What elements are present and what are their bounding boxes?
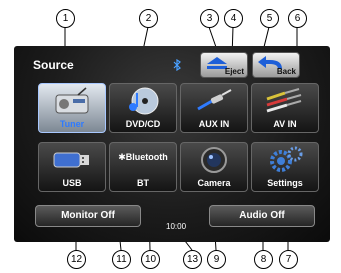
monitor-off-button[interactable]: Monitor Off xyxy=(35,205,141,227)
eject-button[interactable]: Eject xyxy=(200,52,248,78)
tile-label: DVD/CD xyxy=(125,119,161,129)
callout-2: 2 xyxy=(139,9,158,28)
callout-1: 1 xyxy=(56,9,75,28)
tile-tuner[interactable]: Tuner xyxy=(38,83,106,133)
callout-6: 6 xyxy=(288,9,307,28)
callout-7: 7 xyxy=(279,250,298,269)
page-title: Source xyxy=(33,58,74,72)
tile-label: Tuner xyxy=(59,119,85,129)
back-button[interactable]: Back xyxy=(252,52,300,78)
tile-av-in[interactable]: AV IN xyxy=(251,83,319,133)
tile-camera[interactable]: Camera xyxy=(180,142,248,192)
tile-settings[interactable]: Settings xyxy=(251,142,319,192)
aux-plug-icon xyxy=(197,89,232,111)
callout-10: 10 xyxy=(141,250,160,269)
callout-13: 13 xyxy=(183,250,202,269)
tile-usb[interactable]: USB xyxy=(38,142,106,192)
camera-lens-icon xyxy=(201,147,227,173)
tile-label: Settings xyxy=(267,178,303,188)
av-plugs-icon xyxy=(266,88,302,113)
back-label: Back xyxy=(276,67,296,76)
bluetooth-logo-icon: ✱Bluetooth xyxy=(118,152,168,162)
eject-label: Eject xyxy=(224,67,244,76)
callout-4: 4 xyxy=(224,9,243,28)
gears-icon xyxy=(270,146,303,172)
callout-11: 11 xyxy=(112,250,131,269)
radio-icon xyxy=(55,87,89,114)
callout-12: 12 xyxy=(67,250,86,269)
bluetooth-status-icon xyxy=(173,59,181,71)
tile-label: BT xyxy=(137,178,149,188)
tile-label: AUX IN xyxy=(198,119,230,129)
callout-8: 8 xyxy=(254,250,273,269)
tile-label: USB xyxy=(62,178,82,188)
usb-drive-icon xyxy=(53,152,89,168)
audio-off-button[interactable]: Audio Off xyxy=(209,205,315,227)
tile-aux-in[interactable]: AUX IN xyxy=(180,83,248,133)
clock: 10:00 xyxy=(166,222,187,231)
callout-3: 3 xyxy=(200,9,219,28)
tile-label: Camera xyxy=(197,178,231,188)
tile-label: AV IN xyxy=(273,119,297,129)
tile-bt[interactable]: ✱Bluetooth BT xyxy=(109,142,177,192)
callout-9: 9 xyxy=(207,250,226,269)
disc-icon xyxy=(129,87,159,115)
callout-5: 5 xyxy=(260,9,279,28)
tile-dvd-cd[interactable]: DVD/CD xyxy=(109,83,177,133)
